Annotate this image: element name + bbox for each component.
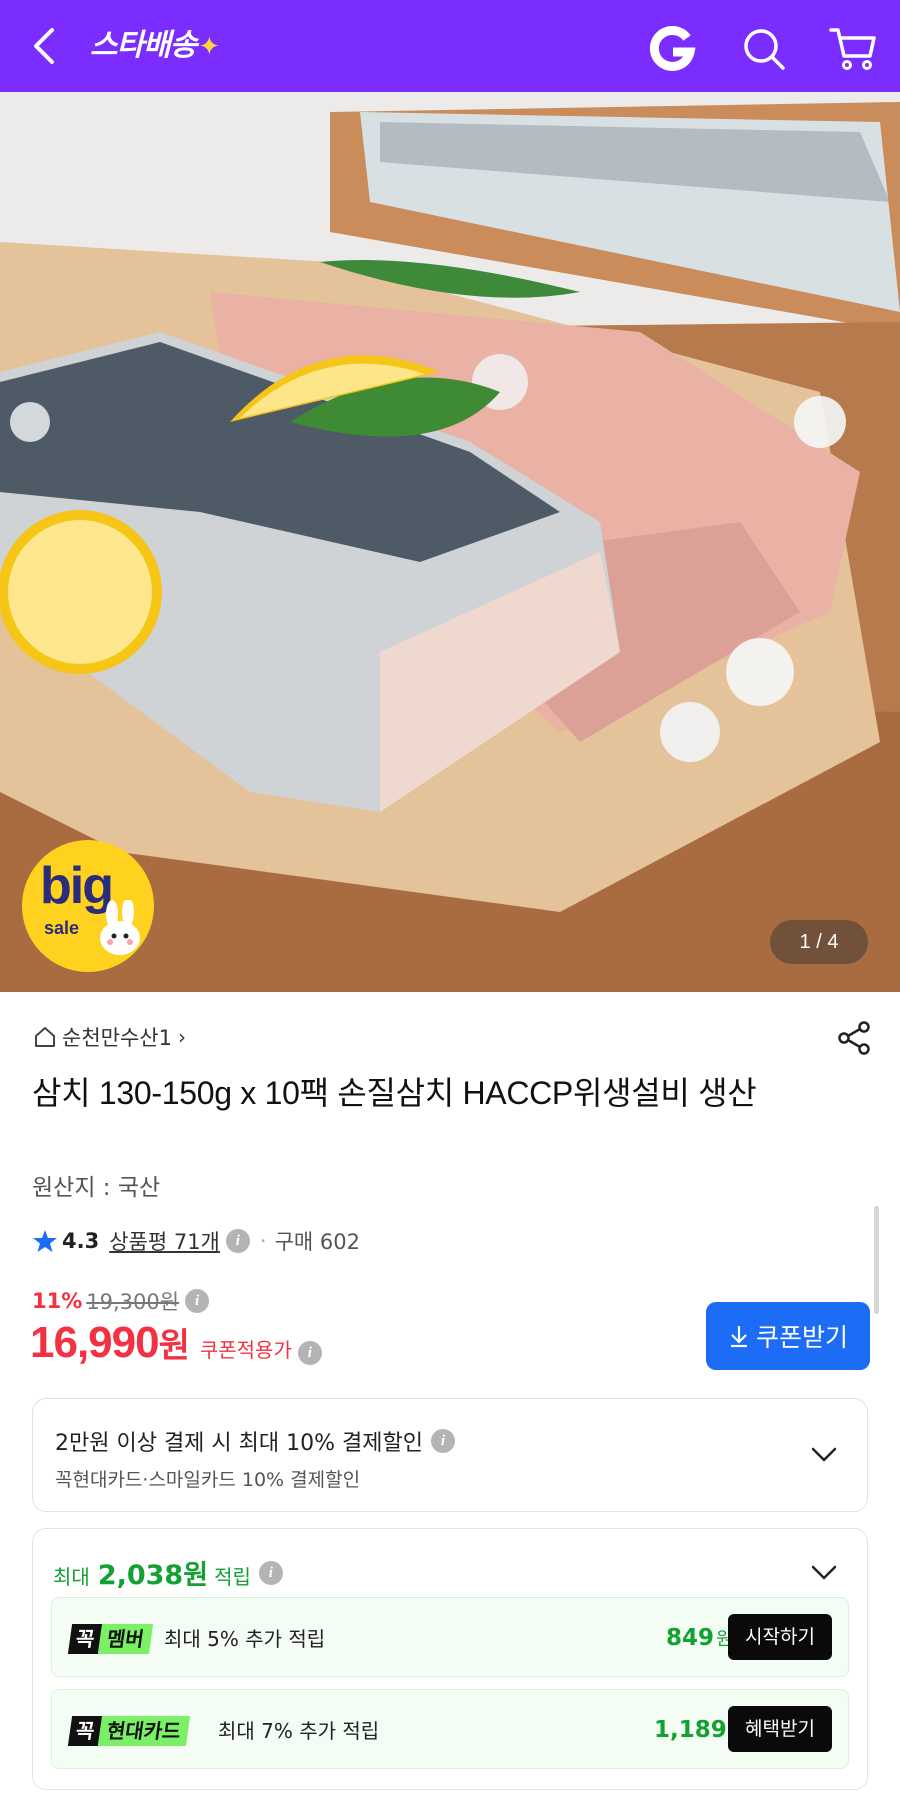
seller-name: 순천만수산1: [62, 1026, 172, 1050]
points-suffix: 적립: [214, 1565, 251, 1589]
tag-k: 꼭: [67, 1716, 103, 1746]
badge-sale-text: sale: [44, 918, 80, 938]
big-sale-badge: big sale: [22, 840, 154, 972]
logo-text: 스타배송: [90, 28, 197, 63]
info-icon[interactable]: i: [297, 1341, 322, 1365]
hyundai-card-tag: 꼭 현대카드: [67, 1716, 191, 1746]
seller-link[interactable]: 순천만수산1 ›: [32, 1022, 186, 1052]
chevron-down-icon[interactable]: [809, 1563, 839, 1583]
back-arrow-icon[interactable]: [26, 24, 62, 68]
download-icon: [730, 1326, 747, 1348]
sparkle-icon: ✦: [198, 32, 220, 62]
start-button[interactable]: 시작하기: [728, 1614, 832, 1660]
discount-row: 11% 19,300원 i: [32, 1286, 210, 1316]
star-delivery-logo[interactable]: 스타배송✦: [90, 26, 220, 66]
payment-discount-text: 2만원 이상 결제 시 최대 10% 결제할인: [55, 1431, 423, 1456]
info-icon[interactable]: i: [225, 1229, 250, 1253]
member-benefit-row: 꼭 멤버 최대 5% 추가 적립 849 원 시작하기: [51, 1597, 849, 1677]
points-card: 최대 2,038원 적립 i 꼭 멤버 최대 5% 추가 적립 849 원 시작하…: [32, 1528, 868, 1790]
product-origin: 원산지 : 국산: [32, 1175, 161, 1201]
get-coupon-button[interactable]: 쿠폰받기: [706, 1302, 870, 1370]
cart-icon[interactable]: [828, 24, 878, 72]
member-tag: 꼭 멤버: [67, 1624, 154, 1654]
payment-discount-card[interactable]: 2만원 이상 결제 시 최대 10% 결제할인 i 꼭현대카드·스마일카드 10…: [32, 1398, 868, 1512]
get-benefit-button[interactable]: 혜택받기: [728, 1706, 832, 1752]
points-headline: 최대 2,038원 적립 i: [53, 1553, 283, 1592]
payment-discount-headline: 2만원 이상 결제 시 최대 10% 결제할인 i: [55, 1425, 455, 1457]
tag-name: 멤버: [98, 1624, 154, 1654]
rating-score: 4.3: [62, 1229, 100, 1253]
rating-row: 4.3 상품평 71개 i · 구매 602: [32, 1226, 360, 1256]
points-max-amount: 2,038원: [97, 1560, 209, 1591]
benefit-description: 최대 7% 추가 적립: [218, 1719, 380, 1743]
image-counter: 1 / 4: [770, 920, 868, 964]
chevron-right-icon: ›: [177, 1025, 186, 1049]
benefit-description: 최대 5% 추가 적립: [164, 1627, 326, 1651]
tag-k: 꼭: [67, 1624, 103, 1654]
product-title: 삼치 130-150g x 10팩 손질삼치 HACCP위생설비 생산: [32, 1075, 757, 1111]
coupon-applied-label: 쿠폰적용가: [199, 1338, 292, 1362]
sale-price: 16,990: [30, 1318, 160, 1367]
info-icon[interactable]: i: [430, 1429, 455, 1453]
discount-rate: 11%: [32, 1289, 83, 1313]
original-price: 19,300원: [86, 1290, 180, 1314]
coupon-button-label: 쿠폰받기: [755, 1323, 848, 1352]
reviews-link[interactable]: 상품평 71개: [109, 1226, 220, 1256]
price-row: 16,990 원 쿠폰적용가 i: [30, 1318, 322, 1372]
share-icon[interactable]: [836, 1020, 872, 1056]
info-icon[interactable]: i: [185, 1289, 210, 1313]
gmarket-g-icon[interactable]: [647, 24, 697, 74]
benefit-points: 849 원: [666, 1622, 733, 1656]
home-icon: [35, 1027, 55, 1047]
product-photo: [0, 92, 900, 992]
hyundai-card-benefit-row: 꼭 현대카드 최대 7% 추가 적립 1,189원 혜택받기: [51, 1689, 849, 1769]
star-icon: [33, 1230, 57, 1252]
benefit-points-value: 849: [666, 1625, 715, 1651]
info-icon[interactable]: i: [258, 1560, 283, 1585]
scrollbar[interactable]: [874, 1206, 879, 1314]
product-image-carousel[interactable]: big sale 1 / 4: [0, 92, 900, 992]
search-icon[interactable]: [741, 26, 787, 72]
bunny-icon: [100, 900, 140, 955]
tag-name: 현대카드: [98, 1716, 191, 1746]
chevron-down-icon[interactable]: [809, 1445, 839, 1465]
top-app-bar: 스타배송✦: [0, 0, 900, 92]
separator-dot: ·: [259, 1229, 267, 1253]
points-prefix: 최대: [53, 1565, 90, 1589]
benefit-points-value: 1,189: [654, 1717, 727, 1743]
purchase-count: 구매 602: [274, 1230, 360, 1254]
payment-discount-cards: 꼭현대카드·스마일카드 10% 결제할인: [55, 1469, 361, 1491]
price-unit: 원: [158, 1326, 190, 1366]
